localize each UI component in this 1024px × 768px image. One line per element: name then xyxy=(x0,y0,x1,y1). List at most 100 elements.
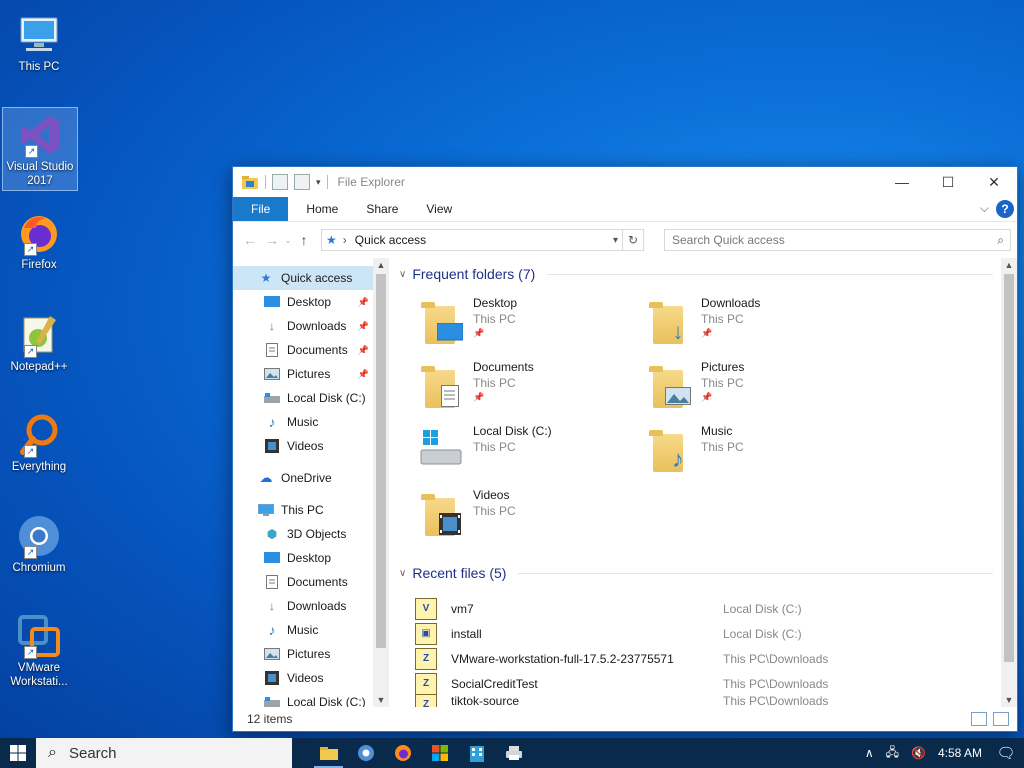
volume-muted-icon[interactable]: 🔇 xyxy=(911,746,926,760)
nav-item-pc-music[interactable]: ♪ Music xyxy=(233,618,373,642)
content-scrollbar[interactable]: ▲ ▼ xyxy=(1001,258,1017,707)
nav-item-this-pc[interactable]: This PC xyxy=(233,498,373,522)
content-pane[interactable]: ∨ Frequent folders (7) Desktop This PC 📌… xyxy=(389,258,1017,707)
nav-item-videos[interactable]: Videos xyxy=(233,434,373,458)
properties-icon[interactable] xyxy=(272,174,288,190)
back-button[interactable]: ← xyxy=(239,232,261,248)
taskbar-chromium[interactable] xyxy=(347,738,384,768)
nav-item-3d-objects[interactable]: ⬢ 3D Objects xyxy=(233,522,373,546)
search-input[interactable]: Search Quick access ⌕ xyxy=(664,229,1011,251)
nav-item-documents[interactable]: Documents 📌 xyxy=(233,338,373,362)
notification-center-icon[interactable]: 🗨 xyxy=(994,744,1018,762)
recent-file-row[interactable]: Z VMware-workstation-full-17.5.2-2377557… xyxy=(415,646,993,671)
scroll-up-icon[interactable]: ▲ xyxy=(1001,260,1017,270)
recent-locations-icon[interactable]: ⌄ xyxy=(283,235,293,246)
breadcrumb-chevron-icon[interactable]: › xyxy=(343,233,347,247)
address-dropdown-icon[interactable]: ▾ xyxy=(613,235,618,246)
folder-tile-documents[interactable]: Documents This PC 📌 xyxy=(419,358,639,418)
minimize-button[interactable]: — xyxy=(879,167,925,197)
nav-item-local-disk[interactable]: Local Disk (C:) xyxy=(233,386,373,410)
folder-tile-downloads[interactable]: ↓ Downloads This PC 📌 xyxy=(647,294,867,354)
tab-share[interactable]: Share xyxy=(352,197,412,221)
desktop-icon-vmware[interactable]: ↗ VMware Workstati... xyxy=(2,609,76,689)
desktop-icon-this-pc[interactable]: This PC xyxy=(2,8,76,74)
scroll-down-icon[interactable]: ▼ xyxy=(373,695,389,705)
nav-item-onedrive[interactable]: ☁ OneDrive xyxy=(233,466,373,490)
clock[interactable]: 4:58 AM xyxy=(938,746,982,760)
maximize-button[interactable]: ☐ xyxy=(925,167,971,197)
desktop-icon-chromium[interactable]: ↗ Chromium xyxy=(2,509,76,575)
tab-view[interactable]: View xyxy=(412,197,466,221)
download-arrow-icon: ↓ xyxy=(269,319,275,333)
collapse-chevron-icon[interactable]: ∨ xyxy=(399,269,406,280)
folder-tile-pictures[interactable]: Pictures This PC 📌 xyxy=(647,358,867,418)
taskbar-task-manager[interactable] xyxy=(458,738,495,768)
taskbar: ⌕ Search ∧ 🖧 🔇 4:58 AM 🗨 xyxy=(0,738,1024,768)
taskbar-firefox[interactable] xyxy=(384,738,421,768)
start-button[interactable] xyxy=(0,738,36,768)
nav-item-pc-documents[interactable]: Documents xyxy=(233,570,373,594)
navigation-pane-scrollbar[interactable]: ▲ ▼ xyxy=(373,258,389,707)
nav-item-desktop[interactable]: Desktop 📌 xyxy=(233,290,373,314)
desktop-folder-icon xyxy=(419,298,463,344)
up-button[interactable]: ↑ xyxy=(293,232,315,248)
recent-files-header[interactable]: ∨ Recent files (5) xyxy=(399,565,993,581)
details-view-icon[interactable] xyxy=(971,712,987,726)
nav-item-pictures[interactable]: Pictures 📌 xyxy=(233,362,373,386)
collapse-chevron-icon[interactable]: ∨ xyxy=(399,568,406,579)
nav-item-music[interactable]: ♪ Music xyxy=(233,410,373,434)
recent-file-row[interactable]: Z SocialCreditTest This PC\Downloads xyxy=(415,671,993,696)
folder-tile-music[interactable]: ♪ Music This PC xyxy=(647,422,867,482)
taskbar-store[interactable] xyxy=(421,738,458,768)
recent-file-row[interactable]: V vm7 Local Disk (C:) xyxy=(415,596,993,621)
large-icons-view-icon[interactable] xyxy=(993,712,1009,726)
address-bar[interactable]: ★ › Quick access ▾ xyxy=(321,229,623,251)
pin-icon[interactable]: 📌 xyxy=(358,369,369,380)
shortcut-arrow-icon: ↗ xyxy=(24,345,37,358)
frequent-folders-header[interactable]: ∨ Frequent folders (7) xyxy=(399,266,993,282)
desktop-icon-firefox[interactable]: ↗ Firefox xyxy=(2,206,76,272)
scroll-up-icon[interactable]: ▲ xyxy=(373,260,389,270)
desktop-icon-visual-studio[interactable]: ↗ Visual Studio 2017 xyxy=(2,107,78,191)
pin-icon[interactable]: 📌 xyxy=(358,297,369,308)
desktop-icon-everything[interactable]: ↗ Everything xyxy=(2,408,76,474)
new-folder-icon[interactable] xyxy=(294,174,310,190)
drive-tile-local-disk[interactable]: Local Disk (C:) This PC xyxy=(419,422,639,482)
nav-item-pc-local-disk[interactable]: Local Disk (C:) xyxy=(233,690,373,707)
nav-item-quick-access[interactable]: ★ Quick access xyxy=(233,266,373,290)
navigation-pane[interactable]: ★ Quick access Desktop 📌 ↓ Downloads 📌 D… xyxy=(233,258,373,707)
show-hidden-icons-icon[interactable]: ∧ xyxy=(865,746,874,760)
scrollbar-thumb[interactable] xyxy=(376,274,386,648)
recent-file-row[interactable]: Z tiktok-source This PC\Downloads xyxy=(415,694,993,707)
pin-icon[interactable]: 📌 xyxy=(358,321,369,332)
help-icon[interactable]: ? xyxy=(996,200,1014,218)
taskbar-printer[interactable] xyxy=(495,738,532,768)
tab-home[interactable]: Home xyxy=(292,197,352,221)
scrollbar-thumb[interactable] xyxy=(1004,274,1014,662)
folder-tile-videos[interactable]: Videos This PC xyxy=(419,486,639,546)
qat-dropdown-icon[interactable]: ▾ xyxy=(316,177,321,188)
folder-tile-desktop[interactable]: Desktop This PC 📌 xyxy=(419,294,639,354)
title-bar[interactable]: ▾ File Explorer — ☐ ✕ xyxy=(233,167,1017,197)
nav-item-pc-desktop[interactable]: Desktop xyxy=(233,546,373,570)
taskbar-search-box[interactable]: ⌕ Search xyxy=(36,738,292,768)
nav-item-pc-videos[interactable]: Videos xyxy=(233,666,373,690)
forward-button[interactable]: → xyxy=(261,232,283,248)
pin-icon[interactable]: 📌 xyxy=(358,345,369,356)
nav-item-downloads[interactable]: ↓ Downloads 📌 xyxy=(233,314,373,338)
tab-file[interactable]: File xyxy=(233,197,289,221)
expand-ribbon-icon[interactable]: ⌵ xyxy=(980,201,989,216)
close-button[interactable]: ✕ xyxy=(971,167,1017,197)
nav-item-pc-pictures[interactable]: Pictures xyxy=(233,642,373,666)
desktop-icon-notepad-plus-plus[interactable]: ↗ Notepad++ xyxy=(2,308,76,374)
taskbar-search-label: Search xyxy=(68,744,117,762)
taskbar-file-explorer[interactable] xyxy=(310,738,347,768)
network-icon[interactable]: 🖧 xyxy=(886,743,899,764)
breadcrumb-quick-access[interactable]: Quick access xyxy=(355,233,426,247)
scroll-down-icon[interactable]: ▼ xyxy=(1001,695,1017,705)
recent-file-row[interactable]: ▣ install Local Disk (C:) xyxy=(415,621,993,646)
desktop-icon-label: Notepad++ xyxy=(10,361,68,373)
nav-item-pc-downloads[interactable]: ↓ Downloads xyxy=(233,594,373,618)
refresh-button[interactable]: ↻ xyxy=(623,229,644,251)
cloud-icon: ☁ xyxy=(259,470,273,485)
